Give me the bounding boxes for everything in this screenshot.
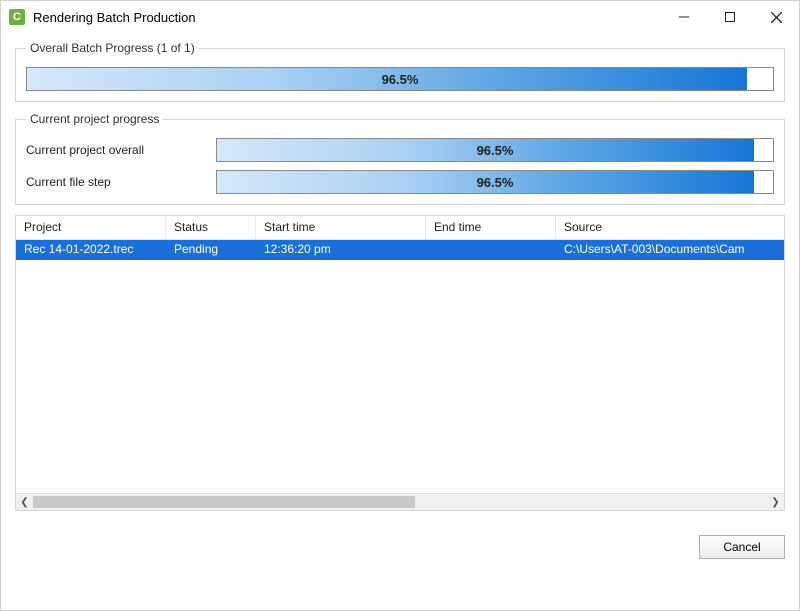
footer: Cancel	[1, 525, 799, 571]
window-controls	[661, 1, 799, 33]
current-step-bar: 96.5%	[216, 170, 774, 194]
cell-end-time	[426, 240, 556, 260]
current-step-row: Current file step 96.5%	[26, 170, 774, 194]
overall-progress-bar: 96.5%	[26, 67, 774, 91]
current-progress-group: Current project progress Current project…	[15, 112, 785, 205]
current-overall-label: Current project overall	[26, 143, 216, 157]
scroll-right-arrow-icon[interactable]: ❯	[767, 494, 784, 511]
cell-start-time: 12:36:20 pm	[256, 240, 426, 260]
scroll-thumb[interactable]	[33, 496, 415, 508]
current-legend: Current project progress	[26, 112, 163, 126]
overall-progress-label: 96.5%	[27, 68, 773, 90]
titlebar: C Rendering Batch Production	[1, 1, 799, 33]
app-icon: C	[9, 9, 25, 25]
header-source[interactable]: Source	[556, 216, 784, 239]
current-overall-bar: 96.5%	[216, 138, 774, 162]
current-step-label: Current file step	[26, 175, 216, 189]
scroll-left-arrow-icon[interactable]: ❮	[16, 494, 33, 511]
maximize-button[interactable]	[707, 1, 753, 33]
header-start-time[interactable]: Start time	[256, 216, 426, 239]
current-overall-row: Current project overall 96.5%	[26, 138, 774, 162]
horizontal-scrollbar[interactable]: ❮ ❯	[16, 493, 784, 510]
header-status[interactable]: Status	[166, 216, 256, 239]
table-row[interactable]: Rec 14-01-2022.trec Pending 12:36:20 pm …	[16, 240, 784, 260]
current-overall-percent: 96.5%	[217, 139, 773, 161]
cell-source: C:\Users\AT-003\Documents\Cam	[556, 240, 784, 260]
cancel-button[interactable]: Cancel	[699, 535, 785, 559]
scroll-track[interactable]	[33, 494, 767, 510]
close-button[interactable]	[753, 1, 799, 33]
header-end-time[interactable]: End time	[426, 216, 556, 239]
table-header: Project Status Start time End time Sourc…	[16, 216, 784, 240]
overall-legend: Overall Batch Progress (1 of 1)	[26, 41, 199, 55]
current-step-percent: 96.5%	[217, 171, 773, 193]
table-body: Rec 14-01-2022.trec Pending 12:36:20 pm …	[16, 240, 784, 493]
minimize-button[interactable]	[661, 1, 707, 33]
overall-progress-group: Overall Batch Progress (1 of 1) 96.5%	[15, 41, 785, 102]
header-project[interactable]: Project	[16, 216, 166, 239]
project-table: Project Status Start time End time Sourc…	[15, 215, 785, 511]
window-title: Rendering Batch Production	[33, 10, 196, 25]
cell-status: Pending	[166, 240, 256, 260]
cell-project: Rec 14-01-2022.trec	[16, 240, 166, 260]
content: Overall Batch Progress (1 of 1) 96.5% Cu…	[1, 33, 799, 525]
